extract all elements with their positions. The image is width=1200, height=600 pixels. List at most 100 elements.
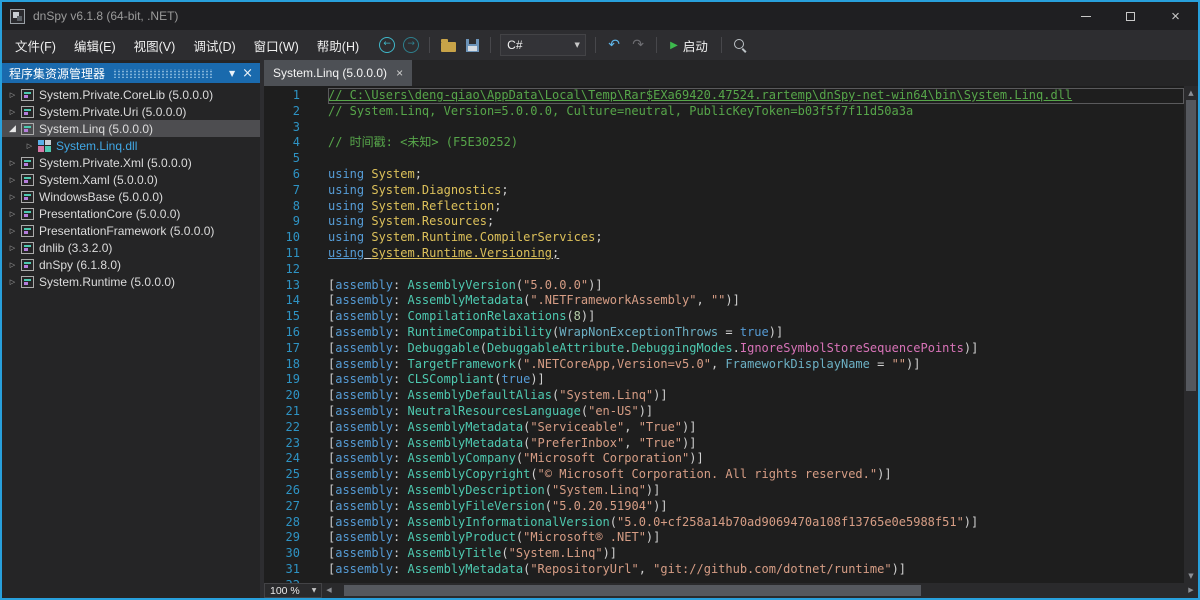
code-line[interactable]: 15[assembly: CompilationRelaxations(8)] bbox=[264, 309, 1184, 325]
code-line[interactable]: 13[assembly: AssemblyVersion("5.0.0.0")] bbox=[264, 278, 1184, 294]
save-all-button[interactable] bbox=[461, 34, 483, 56]
line-number: 6 bbox=[264, 167, 300, 183]
code-line[interactable]: 21[assembly: NeutralResourcesLanguage("e… bbox=[264, 404, 1184, 420]
code-line[interactable]: 6using System; bbox=[264, 167, 1184, 183]
tree-item[interactable]: ▷System.Private.Xml (5.0.0.0) bbox=[2, 154, 260, 171]
scroll-down-icon[interactable]: ▼ bbox=[1184, 569, 1198, 583]
expand-arrow-icon[interactable]: ▷ bbox=[6, 176, 19, 184]
tree-item[interactable]: ▷PresentationFramework (5.0.0.0) bbox=[2, 222, 260, 239]
tree-item[interactable]: ▷dnSpy (6.1.8.0) bbox=[2, 256, 260, 273]
tree-item[interactable]: ◢System.Linq (5.0.0.0) bbox=[2, 120, 260, 137]
menu-edit[interactable]: 编辑(E) bbox=[65, 31, 125, 60]
expand-arrow-icon[interactable]: ▷ bbox=[6, 108, 19, 116]
vertical-scrollbar[interactable]: ▲ ▼ bbox=[1184, 86, 1198, 583]
code-line[interactable]: 1// C:\Users\deng-qiao\AppData\Local\Tem… bbox=[264, 88, 1184, 104]
menu-help[interactable]: 帮助(H) bbox=[308, 31, 368, 60]
code-line[interactable]: 27[assembly: AssemblyFileVersion("5.0.20… bbox=[264, 499, 1184, 515]
menu-debug[interactable]: 调试(D) bbox=[184, 31, 244, 60]
scroll-up-icon[interactable]: ▲ bbox=[1184, 86, 1198, 100]
expand-arrow-icon[interactable]: ▷ bbox=[6, 193, 19, 201]
code-line[interactable]: 28[assembly: AssemblyInformationalVersio… bbox=[264, 515, 1184, 531]
code-line[interactable]: 19[assembly: CLSCompliant(true)] bbox=[264, 372, 1184, 388]
menu-view[interactable]: 视图(V) bbox=[125, 31, 185, 60]
navigate-back-button[interactable]: ← bbox=[376, 34, 398, 56]
code-editor[interactable]: 1// C:\Users\deng-qiao\AppData\Local\Tem… bbox=[264, 86, 1184, 583]
expand-arrow-icon[interactable]: ▷ bbox=[6, 159, 19, 167]
code-line[interactable]: 10using System.Runtime.CompilerServices; bbox=[264, 230, 1184, 246]
maximize-button[interactable] bbox=[1108, 2, 1153, 30]
code-line[interactable]: 14[assembly: AssemblyMetadata(".NETFrame… bbox=[264, 293, 1184, 309]
code-line[interactable]: 4// 时间戳: <未知> (F5E30252) bbox=[264, 135, 1184, 151]
tree-item[interactable]: ▷System.Xaml (5.0.0.0) bbox=[2, 171, 260, 188]
code-line[interactable]: 11using System.Runtime.Versioning; bbox=[264, 246, 1184, 262]
panel-title: 程序集资源管理器 bbox=[9, 65, 105, 82]
panel-drag-grip[interactable] bbox=[113, 69, 214, 78]
expand-arrow-icon[interactable]: ▷ bbox=[6, 278, 19, 286]
code-line[interactable]: 29[assembly: AssemblyProduct("Microsoft®… bbox=[264, 530, 1184, 546]
code-line[interactable]: 16[assembly: RuntimeCompatibility(WrapNo… bbox=[264, 325, 1184, 341]
search-button[interactable] bbox=[729, 34, 751, 56]
close-button[interactable]: × bbox=[1153, 2, 1198, 30]
menu-file[interactable]: 文件(F) bbox=[6, 31, 65, 60]
code-line[interactable]: 23[assembly: AssemblyMetadata("PreferInb… bbox=[264, 436, 1184, 452]
code-line[interactable]: 31[assembly: AssemblyMetadata("Repositor… bbox=[264, 562, 1184, 578]
search-icon bbox=[732, 37, 748, 53]
scroll-right-icon[interactable]: ▶ bbox=[1184, 583, 1198, 598]
code-line[interactable]: 24[assembly: AssemblyCompany("Microsoft … bbox=[264, 451, 1184, 467]
tree-item[interactable]: ▷System.Linq.dll bbox=[2, 137, 260, 154]
line-number: 20 bbox=[264, 388, 300, 404]
minimize-button[interactable] bbox=[1063, 2, 1108, 30]
tree-item[interactable]: ▷WindowsBase (5.0.0.0) bbox=[2, 188, 260, 205]
code-line[interactable]: 8using System.Reflection; bbox=[264, 199, 1184, 215]
scroll-left-icon[interactable]: ◀ bbox=[322, 583, 336, 598]
code-line-text: [assembly: CompilationRelaxations(8)] bbox=[328, 309, 1184, 325]
horizontal-scrollbar[interactable]: ◀ ▶ bbox=[322, 583, 1198, 598]
expand-arrow-icon[interactable]: ▷ bbox=[23, 142, 36, 150]
code-line[interactable]: 26[assembly: AssemblyDescription("System… bbox=[264, 483, 1184, 499]
code-line[interactable]: 18[assembly: TargetFramework(".NETCoreAp… bbox=[264, 357, 1184, 373]
tree-item[interactable]: ▷System.Private.Uri (5.0.0.0) bbox=[2, 103, 260, 120]
navigate-forward-button[interactable]: → bbox=[400, 34, 422, 56]
tab-close-icon[interactable]: × bbox=[396, 66, 403, 80]
code-line[interactable]: 9using System.Resources; bbox=[264, 214, 1184, 230]
zoom-combobox[interactable]: 100 % ▼ bbox=[264, 583, 322, 598]
expand-arrow-icon[interactable]: ▷ bbox=[6, 210, 19, 218]
tree-item[interactable]: ▷System.Runtime (5.0.0.0) bbox=[2, 273, 260, 290]
code-line[interactable]: 7using System.Diagnostics; bbox=[264, 183, 1184, 199]
tree-item[interactable]: ▷System.Private.CoreLib (5.0.0.0) bbox=[2, 86, 260, 103]
horizontal-scroll-thumb[interactable] bbox=[344, 585, 921, 596]
tree-item[interactable]: ▷dnlib (3.3.2.0) bbox=[2, 239, 260, 256]
window-controls: × bbox=[1063, 2, 1198, 30]
code-line[interactable]: 30[assembly: AssemblyTitle("System.Linq"… bbox=[264, 546, 1184, 562]
undo-button[interactable]: ↶ bbox=[603, 34, 625, 56]
expand-arrow-icon[interactable]: ▷ bbox=[6, 261, 19, 269]
code-line-text: [assembly: AssemblyProduct("Microsoft® .… bbox=[328, 530, 1184, 546]
open-button[interactable] bbox=[437, 34, 459, 56]
expand-arrow-icon[interactable]: ▷ bbox=[6, 244, 19, 252]
collapse-arrow-icon[interactable]: ◢ bbox=[6, 124, 19, 134]
redo-button[interactable]: ↷ bbox=[627, 34, 649, 56]
code-line[interactable]: 22[assembly: AssemblyMetadata("Serviceab… bbox=[264, 420, 1184, 436]
start-debug-button[interactable]: ▶ 启动 bbox=[664, 36, 714, 55]
code-line[interactable]: 25[assembly: AssemblyCopyright("© Micros… bbox=[264, 467, 1184, 483]
vertical-scroll-track[interactable] bbox=[1184, 100, 1198, 569]
title-bar: dnSpy v6.1.8 (64-bit, .NET) × bbox=[2, 2, 1198, 30]
chevron-down-icon: ▼ bbox=[569, 41, 585, 49]
expand-arrow-icon[interactable]: ▷ bbox=[6, 91, 19, 99]
code-line[interactable]: 2// System.Linq, Version=5.0.0.0, Cultur… bbox=[264, 104, 1184, 120]
expand-arrow-icon[interactable]: ▷ bbox=[6, 227, 19, 235]
tab-system-linq[interactable]: System.Linq (5.0.0.0) × bbox=[264, 60, 412, 86]
tree-item[interactable]: ▷PresentationCore (5.0.0.0) bbox=[2, 205, 260, 222]
code-line[interactable]: 5 bbox=[264, 151, 1184, 167]
code-line[interactable]: 3 bbox=[264, 120, 1184, 136]
vertical-scroll-thumb[interactable] bbox=[1186, 100, 1196, 391]
horizontal-scroll-track[interactable] bbox=[336, 583, 1184, 598]
code-line[interactable]: 17[assembly: Debuggable(DebuggableAttrib… bbox=[264, 341, 1184, 357]
language-combobox[interactable]: C# ▼ bbox=[500, 34, 586, 56]
panel-close-icon[interactable]: × bbox=[242, 67, 253, 80]
code-line[interactable]: 12 bbox=[264, 262, 1184, 278]
panel-menu-chevron-icon[interactable]: ▼ bbox=[229, 69, 235, 78]
menu-window[interactable]: 窗口(W) bbox=[245, 31, 308, 60]
code-line[interactable]: 20[assembly: AssemblyDefaultAlias("Syste… bbox=[264, 388, 1184, 404]
dnspy-window: dnSpy v6.1.8 (64-bit, .NET) × 文件(F)编辑(E)… bbox=[0, 0, 1200, 600]
